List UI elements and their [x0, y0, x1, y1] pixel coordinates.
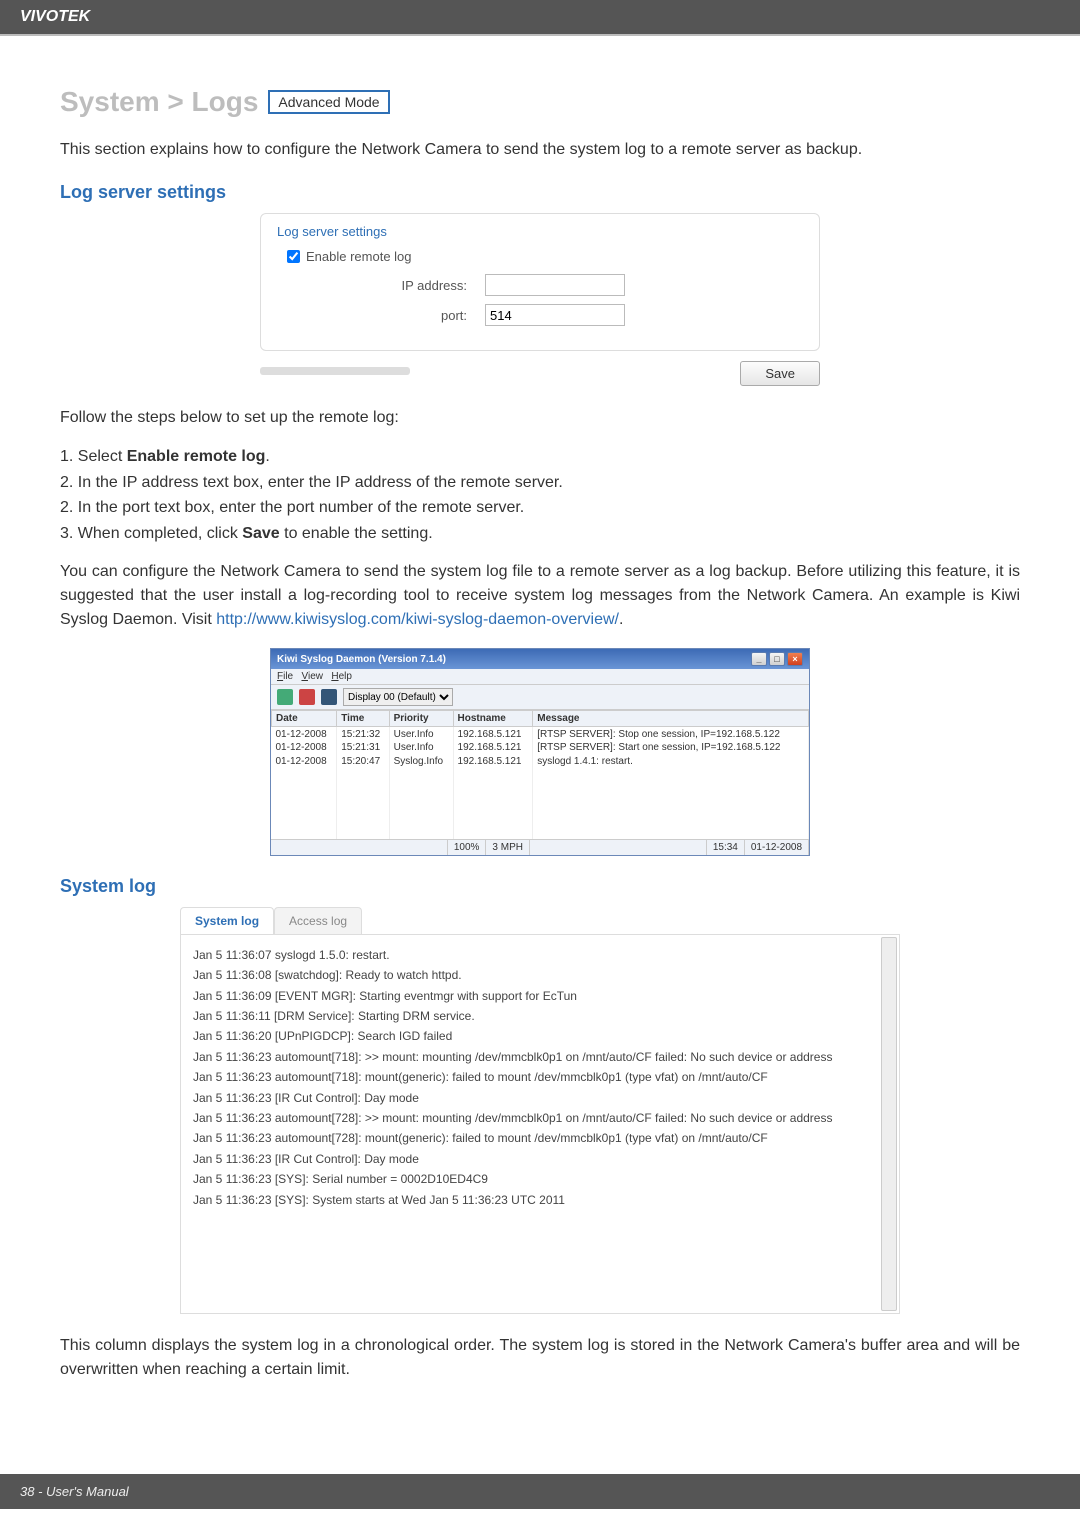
- kiwi-col-header[interactable]: Priority: [389, 711, 453, 727]
- log-line: Jan 5 11:36:23 automount[718]: mount(gen…: [193, 1067, 887, 1087]
- kiwi-link[interactable]: http://www.kiwisyslog.com/kiwi-syslog-da…: [216, 611, 619, 628]
- page-footer: 38 - User's Manual: [0, 1474, 1080, 1509]
- kiwi-toolbar: Display 00 (Default): [271, 685, 809, 710]
- kiwi-grid: DateTimePriorityHostnameMessage 01-12-20…: [271, 710, 809, 839]
- follow-steps-text: Follow the steps below to set up the rem…: [60, 406, 1020, 430]
- log-line: Jan 5 11:36:11 [DRM Service]: Starting D…: [193, 1006, 887, 1026]
- log-line: Jan 5 11:36:20 [UPnPIGDCP]: Search IGD f…: [193, 1026, 887, 1046]
- breadcrumb: System > Logs: [60, 86, 258, 118]
- enable-remote-log-label: Enable remote log: [306, 249, 412, 264]
- log-line: Jan 5 11:36:23 [SYS]: System starts at W…: [193, 1190, 887, 1210]
- kiwi-window: Kiwi Syslog Daemon (Version 7.1.4) _ □ ×…: [270, 648, 810, 856]
- kiwi-col-header[interactable]: Hostname: [453, 711, 533, 727]
- enable-remote-log-checkbox[interactable]: [287, 250, 300, 263]
- step-list: 1. Select Enable remote log.2. In the IP…: [60, 444, 1020, 546]
- table-row[interactable]: 01-12-200815:21:31User.Info192.168.5.121…: [272, 741, 809, 755]
- kiwi-col-header[interactable]: Time: [337, 711, 389, 727]
- system-log-desc: This column displays the system log in a…: [60, 1334, 1020, 1382]
- log-line: Jan 5 11:36:23 automount[728]: mount(gen…: [193, 1128, 887, 1148]
- table-row[interactable]: 01-12-200815:21:32User.Info192.168.5.121…: [272, 727, 809, 741]
- log-line: Jan 5 11:36:23 [IR Cut Control]: Day mod…: [193, 1149, 887, 1169]
- page-title: System > Logs Advanced Mode: [60, 86, 1020, 118]
- log-line: Jan 5 11:36:23 [IR Cut Control]: Day mod…: [193, 1088, 887, 1108]
- log-line: Jan 5 11:36:08 [swatchdog]: Ready to wat…: [193, 965, 887, 985]
- log-line: Jan 5 11:36:07 syslogd 1.5.0: restart.: [193, 945, 887, 965]
- save-button[interactable]: Save: [740, 361, 820, 386]
- log-server-panel: Log server settings Enable remote log IP…: [260, 213, 820, 351]
- kiwi-col-header[interactable]: Date: [272, 711, 337, 727]
- table-row: [272, 797, 809, 811]
- menu-help[interactable]: Help: [331, 671, 352, 682]
- kiwi-col-header[interactable]: Message: [533, 711, 809, 727]
- status-time: 15:34: [707, 840, 745, 855]
- display-select[interactable]: Display 00 (Default): [343, 688, 453, 706]
- mode-badge: Advanced Mode: [268, 90, 389, 114]
- table-row: [272, 769, 809, 783]
- minimize-icon[interactable]: _: [751, 652, 767, 666]
- intro-text: This section explains how to configure t…: [60, 138, 1020, 162]
- brand-header: VIVOTEK: [0, 0, 1080, 36]
- toolbar-icon-3[interactable]: [321, 689, 337, 705]
- table-row: [272, 783, 809, 797]
- table-row: [272, 825, 809, 839]
- toolbar-icon-1[interactable]: [277, 689, 293, 705]
- status-date: 01-12-2008: [745, 840, 809, 855]
- port-input[interactable]: [485, 304, 625, 326]
- step-item: 2. In the IP address text box, enter the…: [60, 470, 1020, 496]
- log-server-heading: Log server settings: [60, 182, 1020, 203]
- kiwi-titlebar: Kiwi Syslog Daemon (Version 7.1.4) _ □ ×: [271, 649, 809, 669]
- log-line: Jan 5 11:36:23 [SYS]: Serial number = 00…: [193, 1169, 887, 1189]
- status-pct: 100%: [448, 840, 487, 855]
- port-label: port:: [277, 308, 477, 323]
- ip-address-input[interactable]: [485, 274, 625, 296]
- table-row: [272, 811, 809, 825]
- maximize-icon[interactable]: □: [769, 652, 785, 666]
- log-line: Jan 5 11:36:09 [EVENT MGR]: Starting eve…: [193, 986, 887, 1006]
- panel-title: Log server settings: [277, 224, 803, 239]
- close-icon[interactable]: ×: [787, 652, 803, 666]
- menu-file[interactable]: FFileile: [277, 671, 293, 682]
- log-line: Jan 5 11:36:23 automount[728]: >> mount:…: [193, 1108, 887, 1128]
- tab-access-log[interactable]: Access log: [274, 907, 362, 934]
- log-line: Jan 5 11:36:23 automount[718]: >> mount:…: [193, 1047, 887, 1067]
- step-item: 1. Select Enable remote log.: [60, 444, 1020, 470]
- kiwi-statusbar: 100% 3 MPH 15:34 01-12-2008: [271, 839, 809, 855]
- status-mph: 3 MPH: [486, 840, 530, 855]
- system-log-heading: System log: [60, 876, 1020, 897]
- log-tabs: System log Access log: [180, 907, 900, 934]
- table-row[interactable]: 01-12-200815:20:47Syslog.Info192.168.5.1…: [272, 755, 809, 769]
- step-item: 2. In the port text box, enter the port …: [60, 495, 1020, 521]
- tab-system-log[interactable]: System log: [180, 907, 274, 934]
- toolbar-icon-2[interactable]: [299, 689, 315, 705]
- kiwi-menu: FFileile View Help: [271, 669, 809, 685]
- kiwi-title: Kiwi Syslog Daemon (Version 7.1.4): [277, 654, 446, 665]
- remote-desc: You can configure the Network Camera to …: [60, 560, 1020, 632]
- menu-view[interactable]: View: [301, 671, 323, 682]
- system-log-pane[interactable]: Jan 5 11:36:07 syslogd 1.5.0: restart.Ja…: [180, 934, 900, 1314]
- ip-label: IP address:: [277, 278, 477, 293]
- step-item: 3. When completed, click Save to enable …: [60, 521, 1020, 547]
